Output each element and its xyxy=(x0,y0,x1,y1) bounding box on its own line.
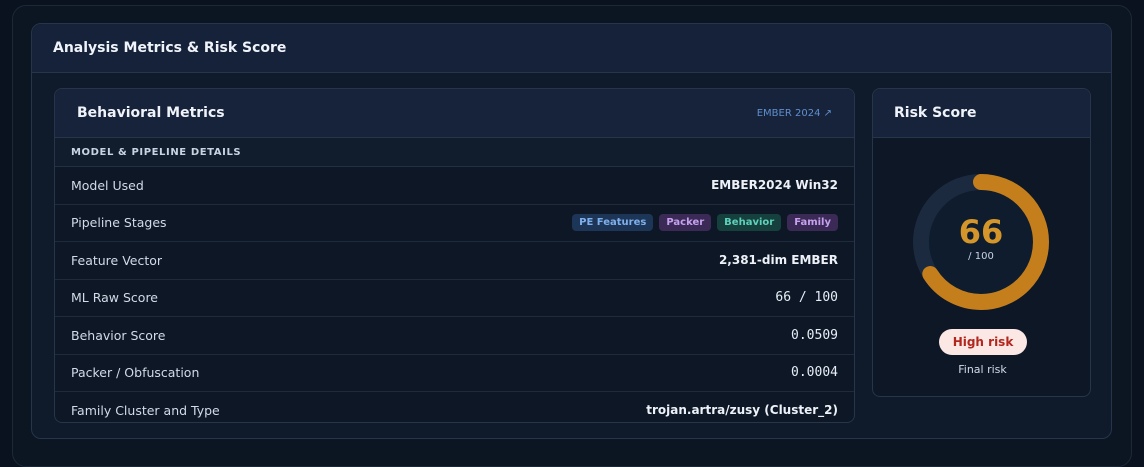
panel-header: Analysis Metrics & Risk Score xyxy=(32,24,1111,73)
metrics-header: Behavioral Metrics EMBER 2024 ↗ xyxy=(55,89,854,138)
row-label: Feature Vector xyxy=(71,252,163,268)
tag-behavior: Behavior xyxy=(717,214,782,232)
row-value: 0.0509 xyxy=(791,327,838,343)
row-label: Family Cluster and Type xyxy=(71,402,220,418)
risk-score-card: Risk Score 66 / 100 High risk Final risk xyxy=(872,88,1091,397)
row-label: ML Raw Score xyxy=(71,290,158,306)
risk-level-badge: High risk xyxy=(939,329,1027,355)
risk-score-value: 66 xyxy=(958,213,1004,251)
row-ml-raw-score: ML Raw Score 66 / 100 xyxy=(55,280,854,317)
analysis-panel: Analysis Metrics & Risk Score Behavioral… xyxy=(31,23,1112,439)
row-pipeline-stages: Pipeline Stages PE Features Packer Behav… xyxy=(55,205,854,242)
row-value: EMBER2024 Win32 xyxy=(711,178,838,193)
section-label: MODEL & PIPELINE DETAILS xyxy=(55,138,854,167)
ember-2024-link[interactable]: EMBER 2024 ↗ xyxy=(757,108,832,119)
tag-packer: Packer xyxy=(659,214,712,232)
row-value: trojan.artra/zusy (Cluster_2) xyxy=(646,403,838,418)
row-feature-vector: Feature Vector 2,381-dim EMBER xyxy=(55,242,854,280)
risk-header: Risk Score xyxy=(873,89,1090,138)
row-label: Model Used xyxy=(71,177,144,193)
tag-pe-features: PE Features xyxy=(572,214,654,232)
row-packer-obfuscation: Packer / Obfuscation 0.0004 xyxy=(55,355,854,392)
row-family-cluster: Family Cluster and Type trojan.artra/zus… xyxy=(55,392,854,422)
row-label: Packer / Obfuscation xyxy=(71,365,200,381)
behavioral-metrics-card: Behavioral Metrics EMBER 2024 ↗ MODEL & … xyxy=(54,88,855,423)
risk-caption: Final risk xyxy=(958,363,1007,376)
row-model-used: Model Used EMBER2024 Win32 xyxy=(55,167,854,205)
row-label: Pipeline Stages xyxy=(71,215,167,231)
row-value: 2,381-dim EMBER xyxy=(718,253,838,268)
risk-score-max: / 100 xyxy=(968,251,994,262)
row-value: 0.0004 xyxy=(791,365,838,381)
metrics-title: Behavioral Metrics xyxy=(77,105,225,121)
row-behavior-score: Behavior Score 0.0509 xyxy=(55,317,854,355)
pipeline-tags: PE Features Packer Behavior Family xyxy=(572,214,838,232)
panel-title: Analysis Metrics & Risk Score xyxy=(53,40,287,56)
tag-family: Family xyxy=(787,214,838,232)
risk-title: Risk Score xyxy=(894,105,977,121)
row-value: 66 / 100 xyxy=(775,290,838,306)
row-label: Behavior Score xyxy=(71,327,166,343)
